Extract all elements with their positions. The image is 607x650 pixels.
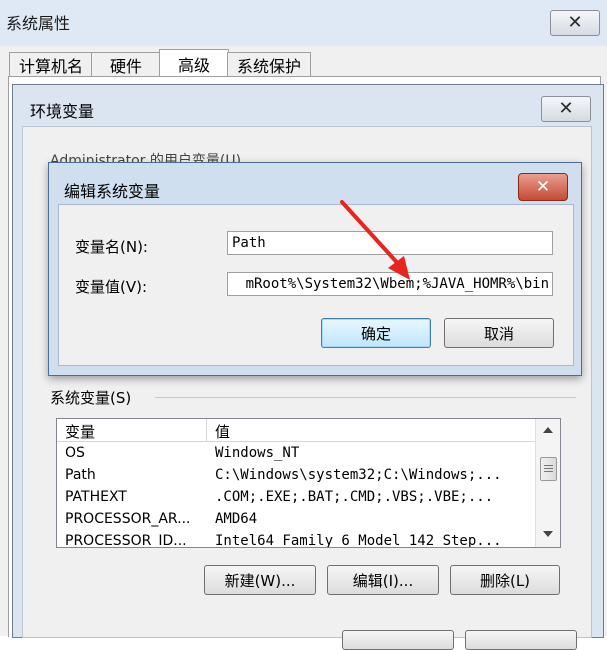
scroll-down-icon[interactable] <box>543 531 553 537</box>
arrow-shaft <box>340 200 404 270</box>
table-row[interactable]: PROCESSOR_AR... AMD64 <box>57 508 535 530</box>
env-ok-button[interactable] <box>342 630 454 650</box>
tab-computer-name[interactable]: 计算机名 <box>9 52 93 77</box>
system-variables-label: 系统变量(S) <box>50 389 132 407</box>
env-close-button[interactable]: ✕ <box>541 96 591 122</box>
edit-close-button[interactable]: ✕ <box>518 173 568 201</box>
scroll-up-icon[interactable] <box>543 427 553 433</box>
column-header-value[interactable]: 值 <box>215 421 230 442</box>
cancel-button[interactable]: 取消 <box>444 318 554 348</box>
grip-line <box>544 465 553 466</box>
new-button[interactable]: 新建(W)... <box>204 565 316 595</box>
row-variable: OS <box>65 445 85 461</box>
edit-dialog-title: 编辑系统变量 <box>64 182 161 201</box>
close-icon: ✕ <box>567 12 583 33</box>
row-value: Intel64 Family 6 Model 142 Step... <box>215 533 502 548</box>
close-icon: ✕ <box>535 177 551 197</box>
row-value: C:\Windows\system32;C:\Windows;... <box>215 467 502 483</box>
delete-button[interactable]: 删除(L) <box>450 565 560 595</box>
row-value: .COM;.EXE;.BAT;.CMD;.VBS;.VBE;... <box>215 489 494 505</box>
vertical-scrollbar[interactable] <box>535 419 560 547</box>
grip-line <box>544 471 553 472</box>
edit-button[interactable]: 编辑(I)... <box>327 565 439 595</box>
table-row[interactable]: PATHEXT .COM;.EXE;.BAT;.CMD;.VBS;.VBE;..… <box>57 486 535 508</box>
close-icon: ✕ <box>558 98 574 119</box>
row-value: Windows_NT <box>215 445 300 461</box>
row-variable: PATHEXT <box>65 489 127 505</box>
table-row-selected[interactable]: Path C:\Windows\system32;C:\Windows;... <box>57 464 535 486</box>
grip-line <box>544 468 553 469</box>
variable-name-label: 变量名(N): <box>75 238 148 256</box>
list-header: 变量 值 <box>57 419 535 442</box>
system-variables-list[interactable]: 变量 值 OS Windows_NT Path C:\Windows\syste… <box>56 418 561 548</box>
row-variable: PROCESSOR_AR... <box>65 511 191 527</box>
tab-hardware[interactable]: 硬件 <box>91 52 161 77</box>
table-row[interactable]: OS Windows_NT <box>57 442 535 464</box>
row-variable: Path <box>65 467 96 483</box>
variable-value-label: 变量值(V): <box>75 278 148 296</box>
row-variable: PROCESSOR_ID... <box>65 533 187 548</box>
row-value: AMD64 <box>215 511 258 527</box>
arrow-head <box>388 256 410 280</box>
table-row[interactable]: PROCESSOR_ID... Intel64 Family 6 Model 1… <box>57 530 535 548</box>
window-close-button[interactable]: ✕ <box>550 10 600 36</box>
env-dialog-title: 环境变量 <box>30 102 95 121</box>
env-cancel-button[interactable] <box>465 630 577 650</box>
group-divider <box>155 397 576 398</box>
tab-system-protection[interactable]: 系统保护 <box>227 52 311 77</box>
ok-button[interactable]: 确定 <box>321 318 431 348</box>
annotation-arrow <box>340 200 410 280</box>
window-title: 系统属性 <box>6 14 71 33</box>
scroll-thumb[interactable] <box>540 457 557 481</box>
tab-advanced[interactable]: 高级 <box>159 49 229 78</box>
column-separator[interactable] <box>206 419 207 441</box>
column-header-variable[interactable]: 变量 <box>65 421 95 442</box>
